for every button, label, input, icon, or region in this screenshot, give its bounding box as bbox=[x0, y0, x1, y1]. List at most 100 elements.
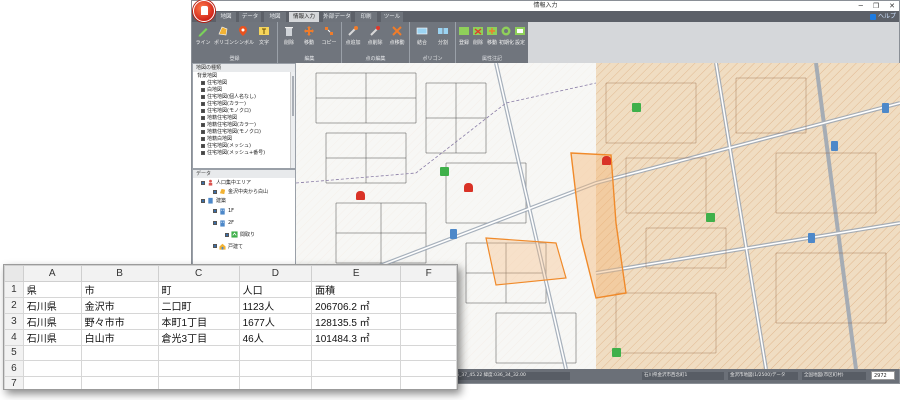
layer-checkbox[interactable] bbox=[201, 80, 205, 85]
cell[interactable]: 金沢市 bbox=[80, 296, 159, 314]
cell[interactable] bbox=[22, 344, 82, 361]
line-button[interactable]: ライン bbox=[194, 25, 212, 46]
cell[interactable]: 二口町 bbox=[157, 296, 240, 314]
house-poi-icon[interactable] bbox=[602, 156, 611, 165]
app-logo-icon[interactable] bbox=[193, 0, 215, 22]
building-poi-icon[interactable] bbox=[882, 103, 889, 113]
layer-checkbox[interactable] bbox=[201, 129, 205, 134]
row-header[interactable]: 1 bbox=[4, 280, 24, 298]
cell[interactable] bbox=[80, 375, 159, 389]
cell[interactable] bbox=[80, 360, 159, 377]
cell[interactable] bbox=[22, 360, 82, 377]
layer-checkbox[interactable] bbox=[201, 143, 205, 148]
tab-external-data[interactable]: 外部データ bbox=[323, 12, 351, 22]
column-header[interactable]: A bbox=[22, 265, 82, 282]
cell[interactable]: 町 bbox=[157, 280, 240, 298]
note-move-button[interactable]: 移動 bbox=[485, 25, 499, 46]
layer-checkbox[interactable] bbox=[201, 136, 205, 141]
reset-button[interactable]: 初期化 bbox=[499, 25, 514, 46]
layer-item[interactable]: 地籍住宅地図(モノクロ) bbox=[193, 128, 295, 135]
column-header[interactable]: C bbox=[157, 265, 240, 282]
row-header[interactable]: 5 bbox=[4, 344, 24, 361]
note-delete-button[interactable]: 削除 bbox=[471, 25, 485, 46]
cell[interactable] bbox=[400, 375, 457, 389]
tree-node[interactable]: 間取り bbox=[193, 229, 295, 240]
cell[interactable] bbox=[22, 375, 82, 389]
cell[interactable] bbox=[400, 360, 457, 377]
help-link[interactable]: ヘルプ bbox=[869, 11, 896, 22]
cell[interactable]: 128135.5 ㎡ bbox=[311, 312, 402, 330]
column-header[interactable]: D bbox=[238, 265, 313, 282]
cell[interactable]: 人口 bbox=[238, 280, 313, 298]
row-header[interactable]: 4 bbox=[4, 328, 24, 346]
layer-item[interactable]: 住宅地図(カラー) bbox=[193, 100, 295, 107]
cell[interactable] bbox=[400, 328, 457, 346]
delete-point-button[interactable]: 点削除 bbox=[366, 25, 384, 46]
layer-checkbox[interactable] bbox=[201, 150, 205, 155]
delete-button[interactable]: 削除 bbox=[280, 25, 298, 46]
tree-node[interactable]: 建築 bbox=[193, 196, 295, 205]
layer-item[interactable]: 地籍白地図 bbox=[193, 135, 295, 142]
layer-checkbox[interactable] bbox=[201, 94, 205, 99]
house-poi-icon[interactable] bbox=[464, 183, 473, 192]
cell[interactable]: 1123人 bbox=[238, 296, 313, 314]
cell[interactable] bbox=[311, 344, 402, 361]
cell[interactable]: 石川県 bbox=[22, 296, 82, 314]
tree-checkbox[interactable] bbox=[225, 232, 229, 237]
tab-data[interactable]: データ bbox=[239, 12, 261, 22]
tree-checkbox[interactable] bbox=[213, 189, 217, 194]
cell[interactable] bbox=[80, 344, 159, 361]
house-poi-icon[interactable] bbox=[356, 191, 365, 200]
symbol-button[interactable]: シンボル bbox=[234, 25, 254, 46]
tab-print[interactable]: 印刷 bbox=[355, 12, 377, 22]
cell[interactable]: 石川県 bbox=[22, 328, 82, 346]
layer-checkbox[interactable] bbox=[201, 122, 205, 127]
tree-checkbox[interactable] bbox=[201, 198, 205, 203]
layer-checkbox[interactable] bbox=[201, 115, 205, 120]
merge-button[interactable]: 結合 bbox=[413, 25, 431, 46]
floorplan-poi-icon[interactable] bbox=[440, 167, 449, 176]
move-point-button[interactable]: 点移動 bbox=[388, 25, 406, 46]
layer-item[interactable]: 住宅地図(モノクロ) bbox=[193, 107, 295, 114]
cell[interactable] bbox=[238, 360, 313, 377]
select-all-corner[interactable] bbox=[4, 265, 24, 282]
cell[interactable] bbox=[311, 360, 402, 377]
row-header[interactable]: 2 bbox=[4, 296, 24, 314]
cell[interactable] bbox=[400, 280, 457, 298]
cell[interactable]: 面積 bbox=[311, 280, 402, 298]
settings-button[interactable]: 設定 bbox=[513, 25, 527, 46]
cell[interactable] bbox=[311, 375, 402, 389]
cell[interactable]: 206706.2 ㎡ bbox=[311, 296, 402, 314]
cell[interactable]: 野々市市 bbox=[80, 312, 159, 330]
cell[interactable] bbox=[157, 360, 240, 377]
layer-panel-scrollbar[interactable] bbox=[290, 72, 295, 168]
tree-checkbox[interactable] bbox=[201, 180, 205, 185]
tab-map-2[interactable]: 地図 bbox=[264, 12, 286, 22]
row-header[interactable]: 3 bbox=[4, 312, 24, 330]
cell[interactable] bbox=[238, 344, 313, 361]
tree-node[interactable]: 戸建て bbox=[193, 240, 295, 252]
layer-item[interactable]: 住宅地図(個人名なし) bbox=[193, 93, 295, 100]
scale-input[interactable]: 2972 bbox=[871, 371, 895, 380]
layer-item[interactable]: 住宅地図 bbox=[193, 79, 295, 86]
add-point-button[interactable]: 点追加 bbox=[344, 25, 362, 46]
layer-item[interactable]: 住宅地図(メッシュ+番号) bbox=[193, 149, 295, 156]
column-header[interactable]: F bbox=[400, 265, 457, 282]
cell[interactable] bbox=[400, 344, 457, 361]
split-button[interactable]: 分割 bbox=[434, 25, 452, 46]
cell[interactable] bbox=[400, 312, 457, 330]
floorplan-poi-icon[interactable] bbox=[706, 213, 715, 222]
cell[interactable]: 本町1丁目 bbox=[157, 312, 240, 330]
copy-button[interactable]: コピー bbox=[320, 25, 338, 46]
layer-item[interactable]: 地籍住宅地図(カラー) bbox=[193, 121, 295, 128]
minimize-button[interactable]: ─ bbox=[859, 1, 863, 11]
layer-checkbox[interactable] bbox=[201, 101, 205, 106]
row-header[interactable]: 6 bbox=[4, 360, 24, 377]
cell[interactable]: 白山市 bbox=[80, 328, 159, 346]
restore-button[interactable]: ❐ bbox=[873, 1, 879, 11]
tree-node[interactable]: 人口集中エリア bbox=[193, 178, 295, 187]
cell[interactable] bbox=[157, 375, 240, 389]
layer-item[interactable]: 住宅地図(メッシュ) bbox=[193, 142, 295, 149]
building-poi-icon[interactable] bbox=[450, 229, 457, 239]
building-poi-icon[interactable] bbox=[808, 233, 815, 243]
